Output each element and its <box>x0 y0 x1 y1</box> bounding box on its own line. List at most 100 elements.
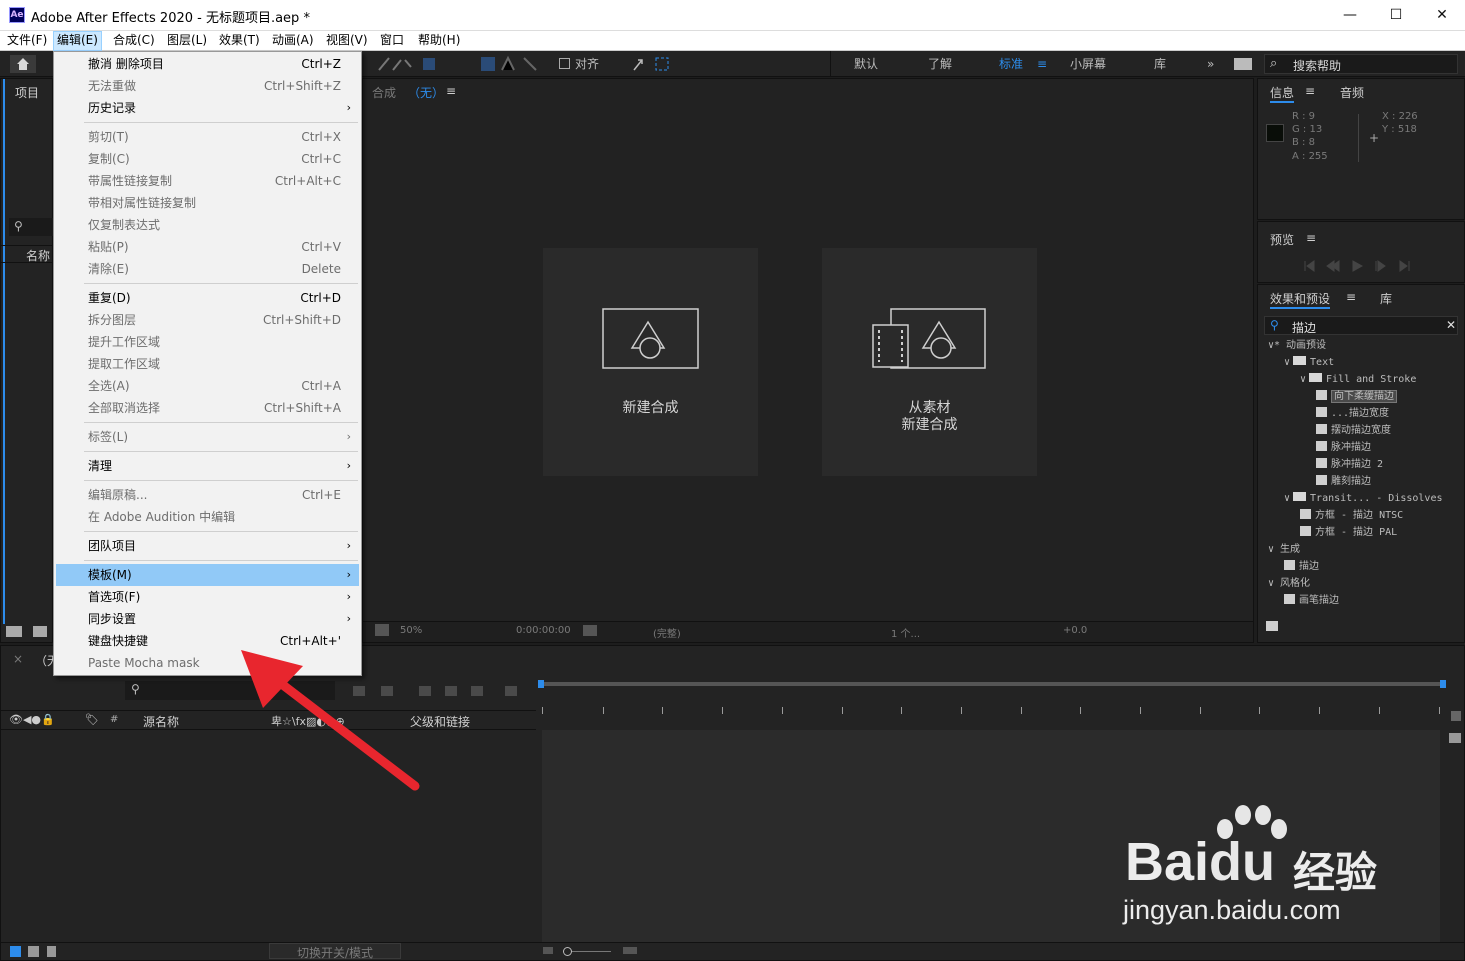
search-help-field[interactable]: ⌕ 搜索帮助 <box>1264 54 1458 74</box>
workspace-menu-icon[interactable]: ≡ <box>1037 56 1047 72</box>
edit-menu-item[interactable]: 粘贴(P) Ctrl+V <box>56 236 359 258</box>
clear-search-icon[interactable]: ✕ <box>1446 318 1456 332</box>
menu-composition[interactable]: 合成(C) <box>110 31 158 51</box>
maximize-button[interactable]: ☐ <box>1373 0 1419 31</box>
interpret-footage-icon[interactable] <box>6 626 22 637</box>
toggle-switches-icon[interactable] <box>10 946 21 957</box>
align-checkbox[interactable] <box>559 58 570 69</box>
comp-name[interactable]: （无） <box>408 84 444 101</box>
column-source-name[interactable]: 源名称 <box>143 713 179 730</box>
effects-tree-item[interactable]: 脉冲描边 <box>1262 439 1447 456</box>
expand-chevron-icon[interactable]: ∨ <box>1284 357 1290 368</box>
edit-menu-item[interactable]: 提取工作区域 <box>56 353 359 375</box>
effects-tree-item[interactable]: ∨ Text <box>1262 354 1447 371</box>
edit-menu-item[interactable]: 编辑原稿... Ctrl+E <box>56 484 359 506</box>
keyframe-nav-icon[interactable] <box>1449 733 1461 743</box>
edit-menu-item[interactable]: 带相对属性链接复制 <box>56 192 359 214</box>
new-comp-from-footage-card[interactable]: 从素材 新建合成 <box>822 248 1037 476</box>
toggle-switches-modes-button[interactable]: 切换开关/模式 <box>269 943 401 960</box>
effects-tree-item[interactable]: 画笔描边 <box>1262 592 1447 609</box>
workspace-small-screen[interactable]: 小屏幕 <box>1070 56 1106 72</box>
edit-menu-item[interactable]: 模板(M) › <box>56 564 359 586</box>
exposure-value[interactable]: +0.0 <box>1063 625 1087 636</box>
new-preset-icon[interactable] <box>1266 621 1278 631</box>
effects-tree-item[interactable]: ∨ Fill and Stroke <box>1262 371 1447 388</box>
effects-tree-item[interactable]: ∨ 生成 <box>1262 541 1447 558</box>
snap-tools[interactable] <box>632 56 672 72</box>
workspace-libraries[interactable]: 库 <box>1154 56 1166 72</box>
workspace-more-button[interactable]: » <box>1207 56 1214 72</box>
edit-menu-item[interactable]: 全选(A) Ctrl+A <box>56 375 359 397</box>
edit-menu-item[interactable]: 清理 › <box>56 455 359 477</box>
effects-tree-item[interactable]: ...描边宽度 <box>1262 405 1447 422</box>
zoom-select[interactable]: 50% <box>400 625 422 636</box>
minimize-button[interactable]: — <box>1327 0 1373 31</box>
effects-search-input[interactable]: ⚲ 描边 ✕ <box>1264 316 1458 335</box>
mask-icon[interactable] <box>375 624 389 636</box>
menu-file[interactable]: 文件(F) <box>4 31 50 51</box>
effects-tree-item[interactable]: ∨ 风格化 <box>1262 575 1447 592</box>
edit-menu-item[interactable]: 撤消 删除项目 Ctrl+Z <box>56 53 359 75</box>
project-search-input[interactable]: ⚲ <box>9 218 53 236</box>
toggle-transfer-icon[interactable] <box>28 946 39 957</box>
tab-info[interactable]: 信息 <box>1270 84 1295 103</box>
folder-icon[interactable] <box>33 626 47 637</box>
work-area-bar[interactable] <box>538 678 1448 690</box>
snapshot-icon[interactable] <box>583 625 597 636</box>
zoom-out-icon[interactable] <box>543 947 553 954</box>
menu-help[interactable]: 帮助(H) <box>415 31 463 51</box>
comp-flowchart-icon[interactable] <box>1451 711 1461 721</box>
workspace-learn[interactable]: 了解 <box>928 56 952 72</box>
edit-menu-item[interactable]: 剪切(T) Ctrl+X <box>56 126 359 148</box>
effects-tree-item[interactable]: 方框 - 描边 NTSC <box>1262 507 1447 524</box>
tab-project[interactable]: 项目 <box>15 84 39 101</box>
workspace-standard[interactable]: 标准 <box>999 56 1023 72</box>
edit-menu-item[interactable]: 全部取消选择 Ctrl+Shift+A <box>56 397 359 419</box>
edit-menu-item[interactable]: 首选项(F) › <box>56 586 359 608</box>
effects-tree-item[interactable]: 方框 - 描边 PAL <box>1262 524 1447 541</box>
layer-number-icon[interactable]: # <box>110 714 118 725</box>
menu-animation[interactable]: 动画(A) <box>269 31 317 51</box>
label-icon[interactable]: 🏷 <box>85 713 99 726</box>
playback-controls-icon[interactable] <box>1303 260 1423 272</box>
edit-menu-item[interactable]: 仅复制表达式 <box>56 214 359 236</box>
effects-menu-icon[interactable]: ≡ <box>1346 290 1356 304</box>
new-composition-card[interactable]: 新建合成 <box>543 248 758 476</box>
preview-menu-icon[interactable]: ≡ <box>1306 231 1316 245</box>
expand-chevron-icon[interactable]: ∨ <box>1284 493 1290 504</box>
menu-window[interactable]: 窗口 <box>377 31 407 51</box>
edit-menu-item[interactable]: 复制(C) Ctrl+C <box>56 148 359 170</box>
menu-effect[interactable]: 效果(T) <box>216 31 263 51</box>
views-select[interactable]: 1 个... <box>891 625 920 640</box>
edit-menu-item[interactable]: 在 Adobe Audition 中编辑 <box>56 506 359 528</box>
edit-menu-item[interactable]: 历史记录 › <box>56 97 359 119</box>
edit-menu-item[interactable]: 带属性链接复制 Ctrl+Alt+C <box>56 170 359 192</box>
effects-tree-item[interactable]: 向下柔缓描边 <box>1262 388 1447 405</box>
tab-effects-presets[interactable]: 效果和预设 <box>1270 290 1331 309</box>
comp-panel-menu-icon[interactable]: ≡ <box>446 84 456 98</box>
edit-menu-item[interactable]: 重复(D) Ctrl+D <box>56 287 359 309</box>
effects-tree-item[interactable]: ∨ Transit... - Dissolves <box>1262 490 1447 507</box>
edit-menu-item[interactable]: 拆分图层 Ctrl+Shift+D <box>56 309 359 331</box>
timecode[interactable]: 0:00:00:00 <box>516 625 571 636</box>
edit-menu-item[interactable]: 同步设置 › <box>56 608 359 630</box>
edit-menu-item[interactable]: 团队项目 › <box>56 535 359 557</box>
work-area-start-handle[interactable] <box>538 680 544 688</box>
tab-audio[interactable]: 音频 <box>1340 84 1364 101</box>
close-tab-icon[interactable]: × <box>13 652 23 666</box>
info-menu-icon[interactable]: ≡ <box>1305 84 1315 98</box>
workspace-panel-icon[interactable] <box>1234 58 1252 70</box>
edit-menu-item[interactable]: 标签(L) › <box>56 426 359 448</box>
zoom-in-icon[interactable] <box>623 947 637 954</box>
menu-edit[interactable]: 编辑(E) <box>53 31 102 51</box>
effects-tree-item[interactable]: ∨* 动画预设 <box>1262 337 1447 354</box>
workspace-default[interactable]: 默认 <box>854 56 878 72</box>
close-button[interactable]: ✕ <box>1419 0 1465 31</box>
menu-layer[interactable]: 图层(L) <box>164 31 210 51</box>
effects-tree-item[interactable]: 摆动描边宽度 <box>1262 422 1447 439</box>
zoom-slider-thumb[interactable] <box>563 947 572 956</box>
expand-chevron-icon[interactable]: ∨ <box>1300 374 1306 385</box>
av-switches-icons[interactable]: 👁◀●🔒 <box>9 713 55 726</box>
column-name[interactable]: 名称 <box>26 247 50 264</box>
toggle-inout-icon[interactable] <box>47 946 56 957</box>
